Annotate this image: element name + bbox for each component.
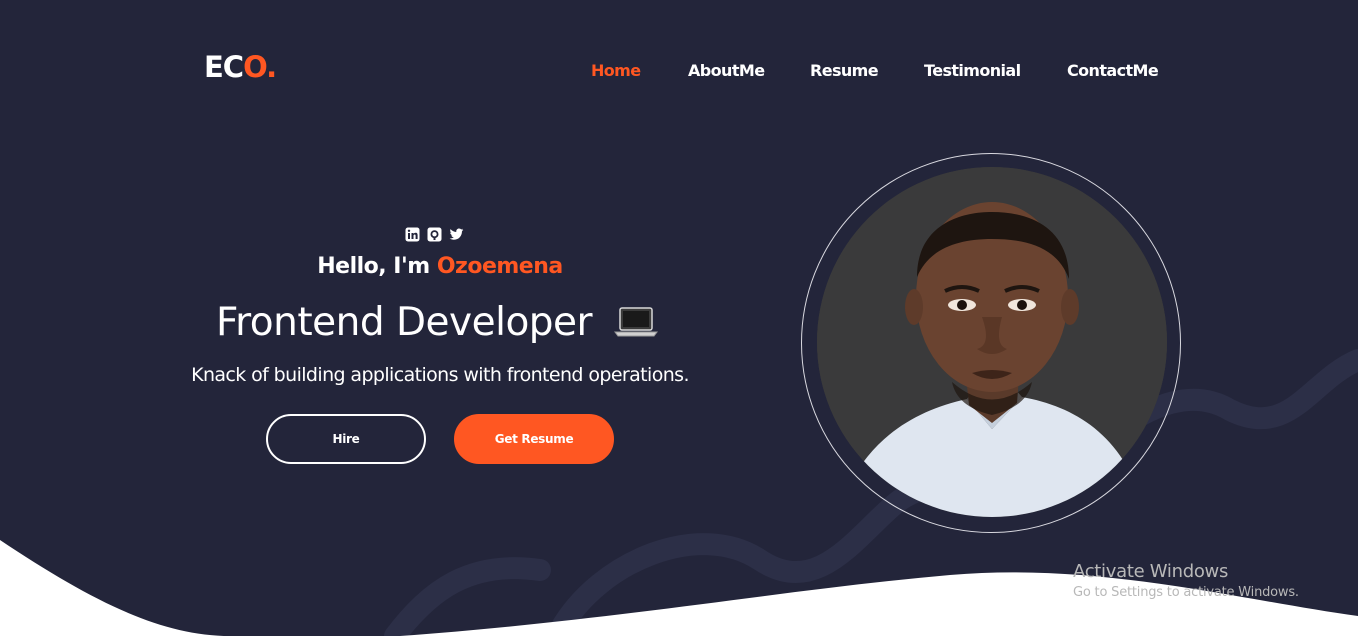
tagline: Knack of building applications with fron… [191, 364, 689, 386]
social-links [405, 227, 464, 242]
greeting-prefix: Hello, I'm [317, 254, 437, 279]
person-name: Ozoemena [436, 254, 563, 279]
nav-home[interactable]: Home [591, 61, 641, 80]
github-icon[interactable] [427, 227, 442, 242]
hire-button[interactable]: Hire [266, 414, 426, 464]
role-title: Frontend Developer [0, 300, 874, 347]
profile-photo [817, 167, 1167, 517]
landing-page: ECO. Home AboutMe Resume Testimonial Con… [0, 0, 1358, 636]
nav-resume[interactable]: Resume [810, 61, 879, 80]
laptop-icon [614, 302, 658, 347]
activation-watermark: Activate Windows Go to Settings to activ… [1073, 561, 1299, 600]
nav-testimonial[interactable]: Testimonial [924, 61, 1021, 80]
twitter-icon[interactable] [449, 227, 464, 242]
linkedin-icon[interactable] [405, 227, 420, 242]
logo-accent: O. [243, 50, 277, 84]
role-text: Frontend Developer [216, 300, 593, 345]
watermark-title: Activate Windows [1073, 561, 1229, 582]
logo-text: EC [204, 50, 244, 84]
watermark-subtitle: Go to Settings to activate Windows. [1073, 585, 1299, 600]
greeting: Hello, I'm Ozoemena [0, 254, 880, 279]
get-resume-button[interactable]: Get Resume [454, 414, 614, 464]
nav-about-me[interactable]: AboutMe [688, 61, 765, 80]
nav-contact-me[interactable]: ContactMe [1067, 61, 1159, 80]
logo[interactable]: ECO. [204, 50, 277, 84]
